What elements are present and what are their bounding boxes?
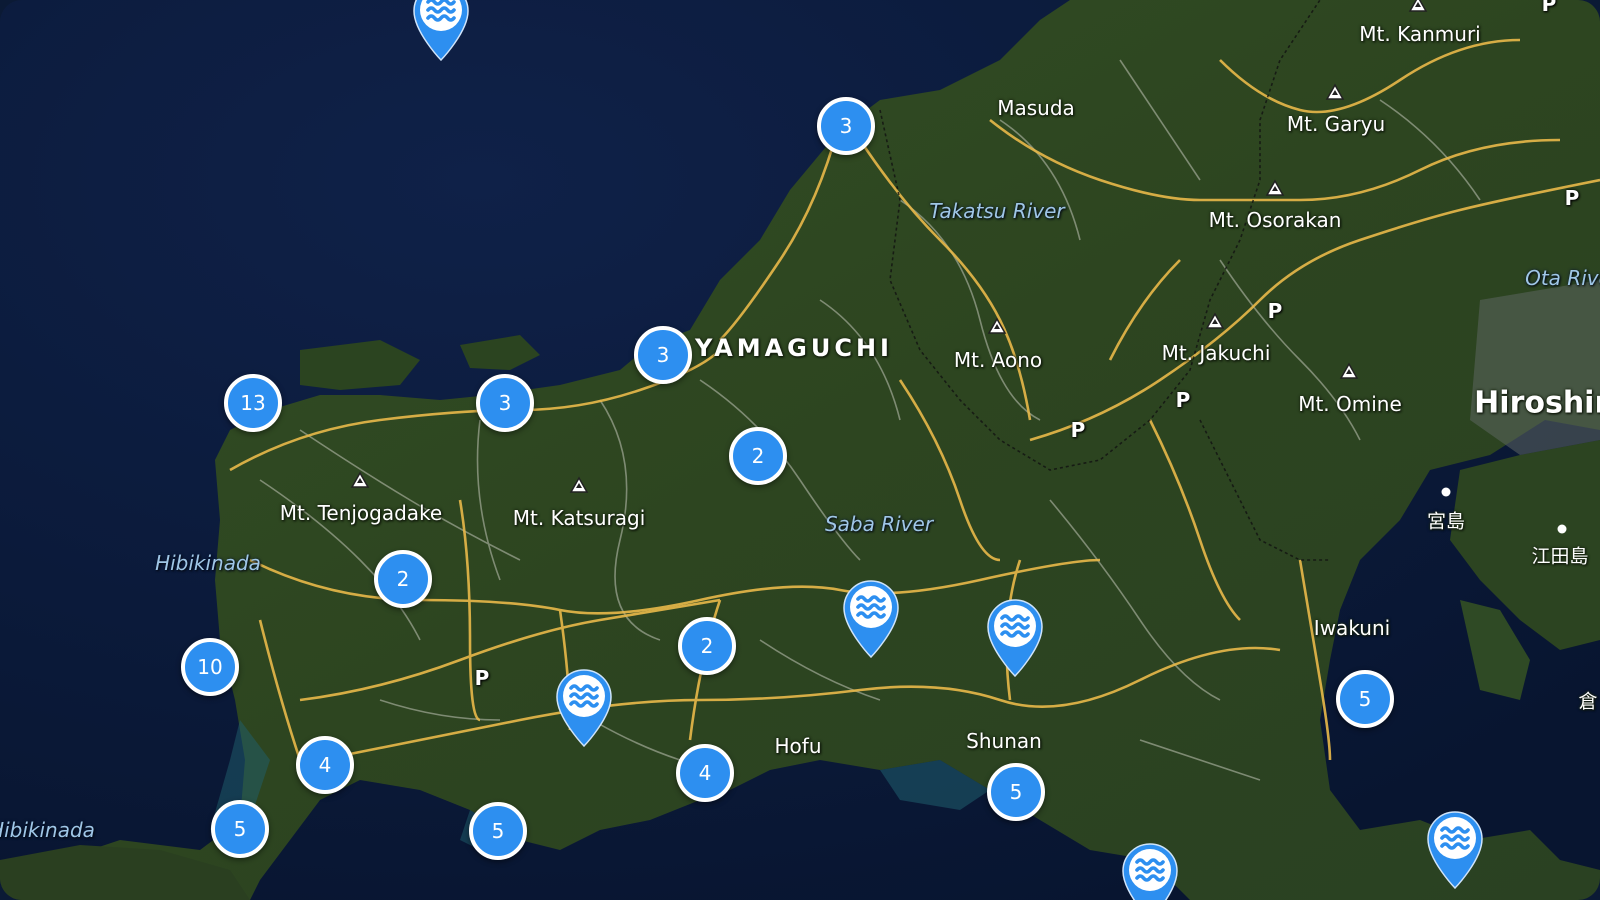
mountain-peak-icon: [1408, 0, 1428, 12]
cluster-marker[interactable]: 4: [676, 744, 734, 802]
place-label: 宮島: [1426, 510, 1466, 533]
mountain-label: Mt. Garyu: [1286, 112, 1386, 136]
place-dot: [1557, 524, 1567, 534]
cluster-marker[interactable]: 5: [1336, 670, 1394, 728]
mountain-peak-icon: [1325, 83, 1345, 100]
cluster-marker[interactable]: 3: [634, 326, 692, 384]
sea-label: Hibikinada: [0, 818, 95, 842]
river-label: Takatsu River: [929, 199, 1065, 223]
cluster-marker[interactable]: 2: [729, 427, 787, 485]
mountain-label: Mt. Jakuchi: [1161, 341, 1271, 365]
parking-marker: P: [1541, 0, 1557, 16]
water-pin[interactable]: [840, 577, 902, 659]
mountain-peak-icon: [350, 471, 370, 488]
cluster-marker[interactable]: 10: [181, 638, 239, 696]
water-pin[interactable]: [553, 666, 615, 748]
cluster-marker[interactable]: 13: [224, 374, 282, 432]
water-pin[interactable]: [410, 0, 472, 62]
water-pin[interactable]: [1424, 808, 1486, 890]
cluster-marker[interactable]: 5: [211, 800, 269, 858]
mountain-peak-icon: [1339, 362, 1359, 379]
place-label: 倉: [1578, 690, 1598, 713]
mountain-label: Mt. Osorakan: [1208, 208, 1342, 232]
mountain-label: Mt. Aono: [953, 348, 1043, 372]
mountain-peak-icon: [569, 476, 589, 493]
cluster-marker[interactable]: 2: [678, 617, 736, 675]
mountain-peak-icon: [987, 317, 1007, 334]
river-label: Ota Rive: [1525, 266, 1600, 290]
map-view[interactable]: YAMAGUCHI Masuda Hofu Shunan Iwakuni Hir…: [0, 0, 1600, 900]
region-label: YAMAGUCHI: [695, 334, 893, 362]
city-label: Shunan: [966, 729, 1042, 753]
river-label: Saba River: [824, 512, 934, 536]
parking-marker: P: [1070, 418, 1086, 442]
mountain-peak-icon: [1205, 312, 1225, 329]
sea-label: Hibikinada: [155, 551, 261, 575]
cluster-marker[interactable]: 4: [296, 736, 354, 794]
cluster-marker[interactable]: 5: [469, 802, 527, 860]
cluster-marker[interactable]: 5: [987, 763, 1045, 821]
water-pin[interactable]: [1119, 840, 1181, 900]
cluster-marker[interactable]: 3: [476, 374, 534, 432]
cluster-marker[interactable]: 3: [817, 97, 875, 155]
city-label: Iwakuni: [1313, 616, 1391, 640]
parking-marker: P: [1267, 299, 1283, 323]
mountain-peak-icon: [1265, 179, 1285, 196]
city-label: Hofu: [774, 734, 822, 758]
cluster-marker[interactable]: 2: [374, 550, 432, 608]
parking-marker: P: [1175, 388, 1191, 412]
city-label: Masuda: [997, 96, 1075, 120]
place-label: 江田島: [1531, 545, 1589, 568]
mountain-label: Mt. Tenjogadake: [279, 501, 443, 525]
city-label-hiroshima: Hiroshin: [1474, 385, 1600, 421]
place-dot: [1441, 487, 1451, 497]
mountain-label: Mt. Katsuragi: [512, 506, 646, 530]
water-pin[interactable]: [984, 596, 1046, 678]
mountain-label: Mt. Omine: [1298, 392, 1402, 416]
parking-marker: P: [1564, 186, 1580, 210]
parking-marker: P: [474, 666, 490, 690]
mountain-label: Mt. Kanmuri: [1359, 22, 1481, 46]
